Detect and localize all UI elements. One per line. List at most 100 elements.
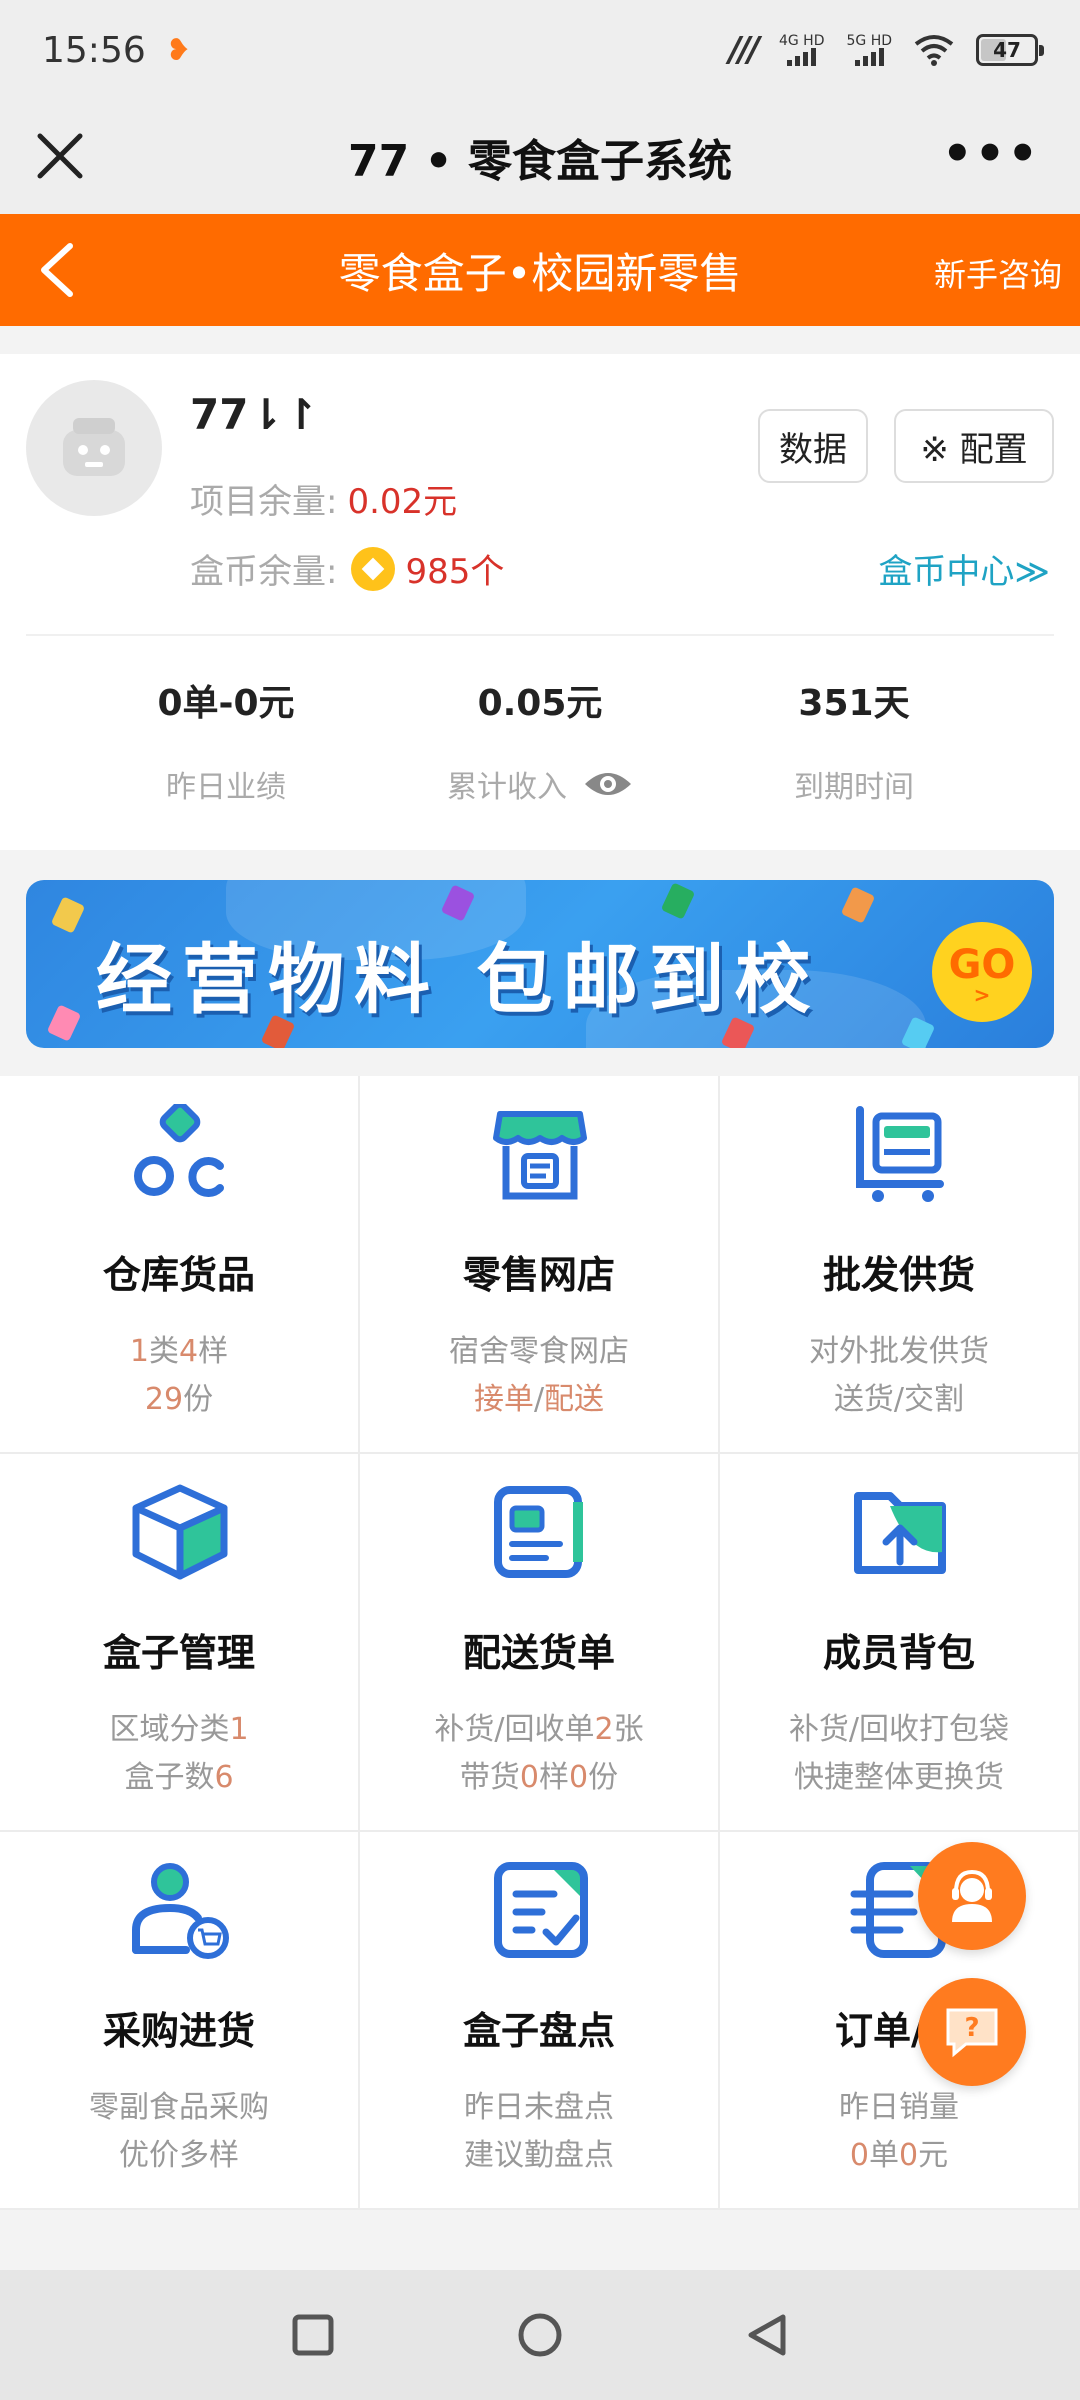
grid-item-desc-2: 接单/配送: [473, 1382, 605, 1417]
purchase-user-icon: [132, 1863, 229, 1959]
grid-item-wholesale[interactable]: 批发供货 对外批发供货 送货/交割: [720, 1076, 1080, 1454]
divider: [26, 634, 1054, 636]
eye-icon[interactable]: [583, 768, 633, 800]
folder-upload-icon: [854, 1492, 946, 1574]
grid-item-desc-2: 0单0元: [849, 2138, 949, 2173]
grid-item-desc-1: 宿舍零食网店: [449, 1334, 629, 1369]
grid-item-desc-1: 区域分类1: [109, 1712, 249, 1747]
header-title: 零食盒子•校园新零售: [338, 248, 742, 298]
grid-item-title: 成员背包: [822, 1631, 975, 1675]
bottom-spacer: [0, 2210, 1080, 2270]
app-heart-icon: ❥: [165, 32, 191, 68]
banner-go-button[interactable]: GO >: [932, 922, 1032, 1022]
grid-item-title: 仓库货品: [102, 1253, 255, 1297]
network-5g-label: 5G HD: [846, 33, 892, 49]
grid-item-title: 配送货单: [462, 1631, 615, 1675]
home-button[interactable]: [510, 2305, 570, 2365]
network-4g-indicator: 4G HD: [778, 33, 825, 66]
checklist-icon: [494, 1862, 588, 1958]
help-chat-icon: ?: [946, 2008, 998, 2058]
customer-service-button[interactable]: [918, 1842, 1026, 1950]
help-chat-button[interactable]: ?: [918, 1978, 1026, 2086]
coin-balance-value: 985个: [405, 552, 505, 592]
customer-service-icon: [952, 1869, 992, 1922]
promo-banner[interactable]: 经营物料 包邮到校 GO >: [26, 880, 1054, 1048]
network-4g-label: 4G HD: [778, 33, 825, 49]
grid-item-desc-2: 29份: [144, 1382, 214, 1417]
grid-item-warehouse[interactable]: 仓库货品 1类4样 29份: [0, 1076, 360, 1454]
circle-icon: [518, 2313, 562, 2357]
grid-item-purchase[interactable]: 采购进货 零副食品采购 优价多样: [0, 1832, 360, 2210]
stat-total-income[interactable]: 0.05元 累计收入: [360, 674, 720, 806]
box-icon: [132, 1484, 228, 1580]
more-icon[interactable]: •••: [942, 130, 1040, 178]
wifi-icon: [914, 35, 954, 66]
stat-expiry-time[interactable]: 351天 到期时间: [674, 674, 1034, 806]
stat-value: 0单-0元: [157, 683, 295, 724]
battery-level: 47: [993, 38, 1021, 62]
status-time: 15:56: [42, 29, 146, 71]
page-title: 77 • 零食盒子系统: [348, 136, 732, 187]
stat-value: 0.05元: [477, 683, 603, 724]
grid-item-desc-1: 昨日销量: [839, 2090, 959, 2125]
avatar[interactable]: [26, 380, 162, 516]
grid-item-desc-2: 送货/交割: [833, 1382, 965, 1417]
delivery-list-icon: [494, 1486, 583, 1578]
grid-item-desc-1: 补货/回收单2张: [434, 1712, 644, 1747]
coin-balance-row: 盒币余量: 985个: [190, 544, 504, 593]
grid-item-desc-1: 补货/回收打包袋: [788, 1712, 1010, 1747]
grid-item-title: 批发供货: [822, 1253, 975, 1297]
config-button[interactable]: ※ 配置: [894, 409, 1054, 483]
coin-icon: [351, 546, 396, 591]
grid-item-delivery-orders[interactable]: 配送货单 补货/回收单2张 带货0样0份: [360, 1454, 720, 1832]
grid-item-desc-2: 带货0样0份: [459, 1760, 619, 1795]
triangle-back-icon: [748, 2314, 786, 2356]
project-balance-row: 项目余量: 0.02元: [190, 474, 457, 523]
status-bar: 15:56 ❥ /// 4G HD 5G HD 47: [0, 0, 1080, 100]
back-icon[interactable]: [30, 240, 90, 300]
grid-item-box-inventory[interactable]: 盒子盘点 昨日未盘点 建议勤盘点: [360, 1832, 720, 2210]
back-button[interactable]: [737, 2305, 797, 2365]
grid-item-box-management[interactable]: 盒子管理 区域分类1 盒子数6: [0, 1454, 360, 1832]
stat-label: 昨日业绩: [166, 770, 286, 805]
beginner-consult-link[interactable]: 新手咨询: [934, 250, 1062, 296]
battery-icon: 47: [976, 34, 1044, 66]
recent-apps-button[interactable]: [283, 2305, 343, 2365]
network-5g-indicator: 5G HD: [846, 34, 892, 66]
grid-item-desc-2: 优价多样: [119, 2138, 239, 2173]
stat-yesterday-performance[interactable]: 0单-0元 昨日业绩: [46, 674, 406, 806]
status-right: /// 4G HD 5G HD 47: [728, 30, 1044, 70]
grid-item-title: 盒子管理: [102, 1631, 255, 1675]
close-icon[interactable]: [32, 128, 88, 184]
grid-item-orders[interactable]: 订单/资 昨日销量 0单0元: [720, 1832, 1080, 2210]
mini-program-title-bar: 77 • 零食盒子系统 •••: [0, 100, 1080, 214]
grid-item-desc-1: 昨日未盘点: [464, 2090, 614, 2125]
grid-item-desc-1: 零副食品采购: [89, 2090, 269, 2125]
cart-icon: [856, 1106, 944, 1202]
grid-item-desc-1: 对外批发供货: [809, 1334, 989, 1369]
coin-balance-label: 盒币余量:: [190, 552, 338, 592]
app-header: 零食盒子•校园新零售 新手咨询: [0, 214, 1080, 326]
grid-item-title: 盒子盘点: [462, 2009, 615, 2053]
data-button[interactable]: 数据: [758, 409, 868, 483]
avatar-placeholder-icon: [63, 418, 125, 476]
coin-center-link[interactable]: 盒币中心≫: [878, 544, 1050, 593]
project-balance-value: 0.02元: [347, 482, 458, 522]
signal-strength-icon: ///: [728, 30, 760, 70]
banner-text: 经营物料 包邮到校: [96, 935, 821, 1024]
grid-item-title: 零售网店: [462, 1253, 615, 1297]
project-balance-label: 项目余量:: [190, 482, 338, 522]
grid-item-desc-2: 建议勤盘点: [464, 2138, 614, 2173]
user-name[interactable]: 77⇂↾: [190, 390, 319, 439]
help-chat-label: ?: [964, 2013, 979, 2043]
grid-item-title: 采购进货: [102, 2009, 255, 2053]
grid-item-member-bag[interactable]: 成员背包 补货/回收打包袋 快捷整体更换货: [720, 1454, 1080, 1832]
go-label: GO: [948, 942, 1016, 988]
grid-item-desc-1: 1类4样: [129, 1334, 229, 1369]
profile-card: 77⇂↾ 项目余量: 0.02元 盒币余量: 985个 数据 ※ 配置 盒币中心≫…: [0, 354, 1080, 850]
stat-label: 到期时间: [794, 770, 914, 805]
shop-icon: [493, 1111, 587, 1200]
go-arrow-icon: >: [973, 983, 991, 1007]
grid-item-retail-shop[interactable]: 零售网店 宿舍零食网店 接单/配送: [360, 1076, 720, 1454]
system-nav-bar: [0, 2270, 1080, 2400]
